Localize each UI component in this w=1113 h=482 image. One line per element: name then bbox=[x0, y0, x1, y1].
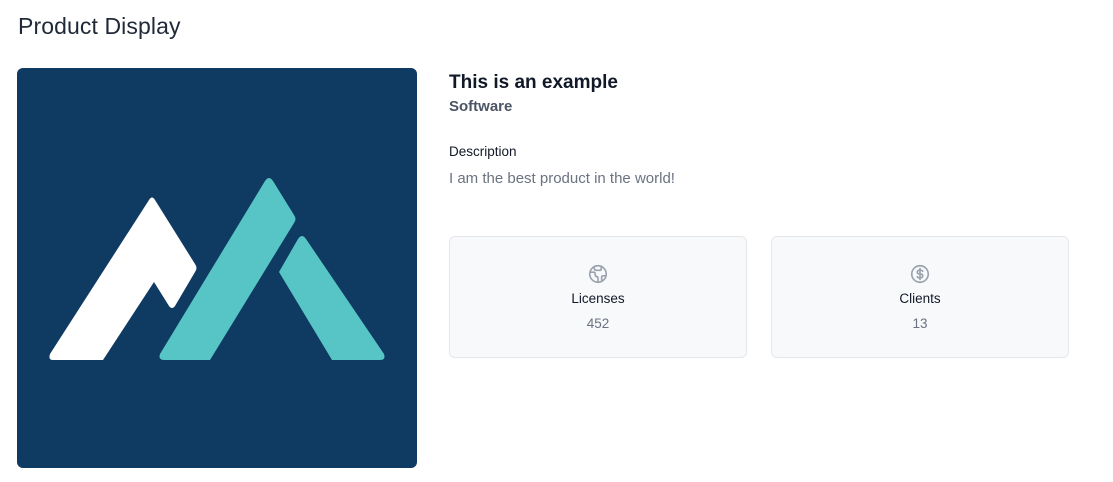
product-category: Software bbox=[449, 98, 513, 115]
product-image bbox=[17, 68, 417, 468]
description-label: Description bbox=[449, 144, 517, 159]
clients-label: Clients bbox=[899, 291, 941, 306]
product-info: This is an example Software Description … bbox=[449, 72, 1069, 192]
description-text: I am the best product in the world! bbox=[449, 170, 675, 187]
clients-value: 13 bbox=[912, 316, 928, 331]
stats-row: Licenses 452 Clients 13 bbox=[449, 236, 1069, 358]
clients-card: Clients 13 bbox=[771, 236, 1069, 358]
globe-icon bbox=[587, 263, 609, 285]
product-name: This is an example bbox=[449, 72, 618, 93]
licenses-card: Licenses 452 bbox=[449, 236, 747, 358]
licenses-label: Licenses bbox=[571, 291, 625, 306]
mountain-logo-icon bbox=[17, 68, 417, 468]
licenses-value: 452 bbox=[586, 316, 610, 331]
dollar-icon bbox=[909, 263, 931, 285]
page-title: Product Display bbox=[18, 13, 181, 39]
